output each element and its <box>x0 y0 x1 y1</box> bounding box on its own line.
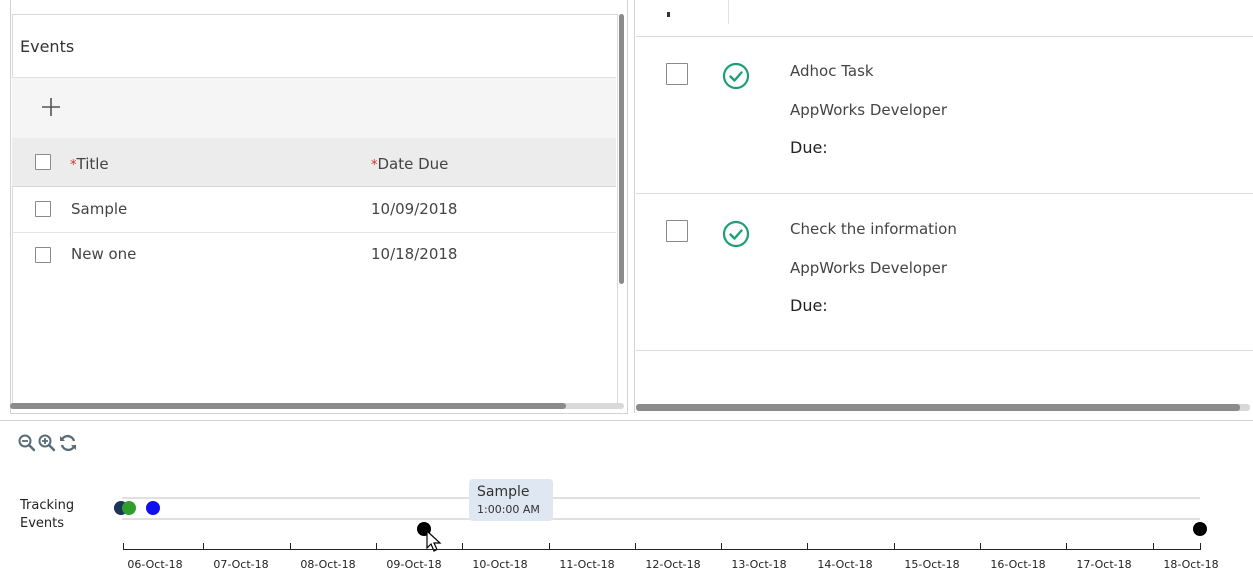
track-line <box>122 518 1200 520</box>
task-due-label: Due: <box>790 138 828 157</box>
axis-tick-label: 12-Oct-18 <box>645 558 701 571</box>
axis-tick <box>1153 543 1154 550</box>
axis-tick-label: 16-Oct-18 <box>990 558 1046 571</box>
axis-tick <box>1066 543 1067 550</box>
row-title: New one <box>71 245 137 263</box>
tooltip-title: Sample <box>477 484 530 500</box>
axis-tick <box>376 543 377 550</box>
task-assignee: AppWorks Developer <box>790 259 948 277</box>
event-dot[interactable] <box>146 501 160 515</box>
tab-indicator <box>667 12 670 17</box>
task-checkbox[interactable] <box>666 63 688 85</box>
timeline <box>0 420 1253 578</box>
axis-tick <box>980 543 981 550</box>
track-label: Tracking Events <box>20 498 75 531</box>
events-horizontal-scrollbar[interactable] <box>10 403 566 409</box>
axis-tick <box>123 543 124 550</box>
row-checkbox[interactable] <box>35 201 51 217</box>
track-line <box>122 497 1200 499</box>
column-header-title[interactable]: *Title <box>70 155 109 173</box>
axis-tick-label: 17-Oct-18 <box>1076 558 1132 571</box>
axis-tick-label: 10-Oct-18 <box>472 558 528 571</box>
toolbar <box>12 77 616 139</box>
axis-tick <box>635 543 636 550</box>
axis-tick-label: 06-Oct-18 <box>127 558 183 571</box>
plus-icon[interactable] <box>40 96 62 123</box>
row-date-due: 10/09/2018 <box>371 200 458 218</box>
task-assignee: AppWorks Developer <box>790 101 948 119</box>
axis-tick <box>1200 543 1201 550</box>
divider <box>728 0 729 24</box>
events-vertical-scrollbar[interactable] <box>619 14 624 284</box>
task-checkbox[interactable] <box>666 220 688 242</box>
zoom-out-icon[interactable] <box>18 434 36 452</box>
check-circle-icon <box>722 220 750 248</box>
axis-tick-label: 14-Oct-18 <box>817 558 873 571</box>
axis-tick-label: 13-Oct-18 <box>731 558 787 571</box>
axis-tick-label: 11-Oct-18 <box>559 558 615 571</box>
check-circle-icon <box>722 62 750 90</box>
column-header-date-due[interactable]: *Date Due <box>371 155 448 173</box>
event-dot[interactable] <box>1193 522 1207 536</box>
axis-tick-label: 15-Oct-18 <box>904 558 960 571</box>
row-title: Sample <box>71 200 128 218</box>
axis-tick <box>203 543 204 550</box>
tasks-horizontal-scrollbar[interactable] <box>636 404 1240 411</box>
zoom-in-icon[interactable] <box>38 434 56 452</box>
divider <box>636 350 1253 351</box>
task-title[interactable]: Adhoc Task <box>790 62 874 80</box>
row-date-due: 10/18/2018 <box>371 245 458 263</box>
task-due-label: Due: <box>790 296 828 315</box>
refresh-icon[interactable] <box>58 434 76 452</box>
axis-tick <box>549 543 550 550</box>
axis-tick <box>807 543 808 550</box>
tooltip-time: 1:00:00 AM <box>477 503 540 516</box>
axis-tick-label: 09-Oct-18 <box>386 558 442 571</box>
axis-tick <box>462 543 463 550</box>
event-dot[interactable] <box>122 501 136 515</box>
row-checkbox[interactable] <box>35 247 51 263</box>
task-title[interactable]: Check the information <box>790 220 957 238</box>
axis-tick-label: 07-Oct-18 <box>213 558 269 571</box>
axis-tick <box>290 543 291 550</box>
cursor-icon <box>426 529 442 556</box>
axis-tick-label: 18-Oct-18 <box>1163 558 1219 571</box>
select-all-checkbox[interactable] <box>35 154 51 170</box>
timeline-axis <box>123 549 1201 550</box>
events-title: Events <box>20 37 75 56</box>
axis-tick <box>894 543 895 550</box>
axis-tick <box>721 543 722 550</box>
axis-tick-label: 08-Oct-18 <box>300 558 356 571</box>
